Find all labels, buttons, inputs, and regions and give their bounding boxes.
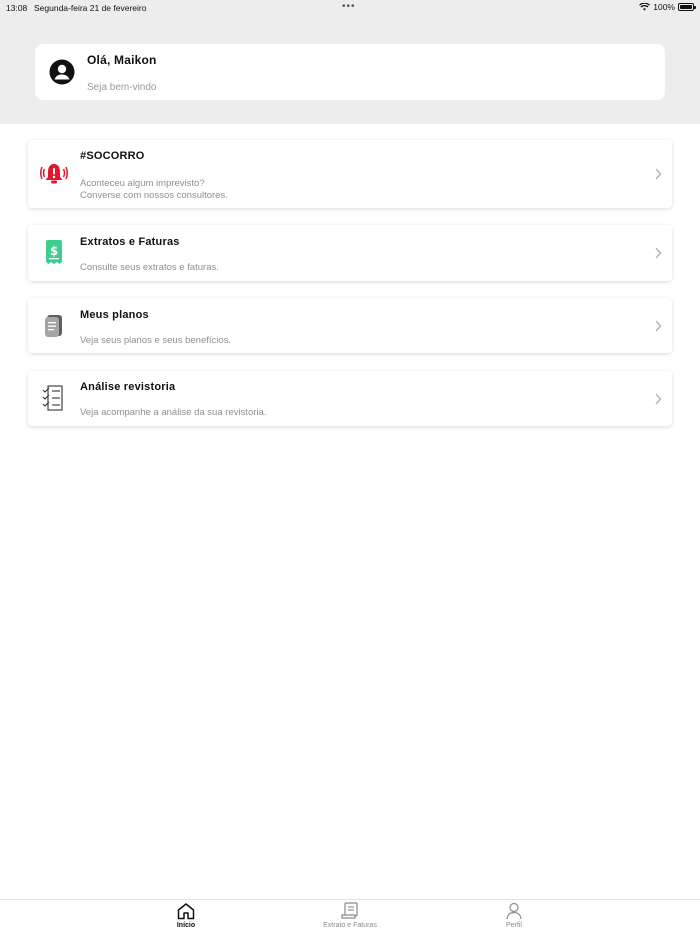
menu-item-meus-planos[interactable]: Meus planos Veja seus planos e seus bene… — [28, 298, 672, 353]
menu-item-analise-revistoria[interactable]: Análise revistoria Veja acompanhe a anál… — [28, 371, 672, 426]
menu-item-description-line1: Aconteceu algum imprevisto? — [80, 178, 205, 189]
plans-document-icon — [45, 315, 62, 337]
bottom-tab-bar: Início Extrato e Faturas Perfil — [0, 899, 700, 934]
menu-item-title: #SOCORRO — [80, 150, 145, 162]
tab-label: Extrato e Faturas — [323, 922, 377, 929]
alarm-bell-icon — [40, 164, 68, 184]
home-icon — [177, 903, 195, 920]
svg-text:$: $ — [50, 244, 58, 258]
menu-item-description: Veja seus planos e seus benefícios. — [80, 335, 232, 346]
menu-item-title: Análise revistoria — [80, 381, 176, 393]
menu-item-title: Meus planos — [80, 309, 149, 321]
welcome-card: Olá, Maikon Seja bem-vindo — [35, 44, 665, 100]
chevron-right-icon — [655, 393, 662, 405]
welcome-subtitle: Seja bem-vindo — [87, 82, 157, 93]
chevron-right-icon — [655, 247, 662, 259]
chevron-right-icon — [655, 320, 662, 332]
chevron-right-icon — [655, 168, 662, 180]
status-date: Segunda-feira 21 de fevereiro — [34, 3, 147, 13]
menu-item-description-line2: Converse com nossos consultores. — [80, 190, 228, 201]
tab-inicio[interactable]: Início — [126, 902, 246, 934]
menu-item-extratos-faturas[interactable]: $ Extratos e Faturas Consulte seus extra… — [28, 225, 672, 281]
menu-item-title: Extratos e Faturas — [80, 236, 180, 248]
menu-item-description: Aconteceu algum imprevisto? Converse com… — [80, 178, 228, 202]
menu-item-description: Veja acompanhe a análise da sua revistor… — [80, 407, 267, 418]
greeting-text: Olá, Maikon — [87, 53, 157, 67]
user-avatar-icon[interactable] — [49, 59, 75, 85]
tab-label: Início — [176, 922, 196, 929]
checklist-icon — [42, 385, 63, 411]
battery-percent: 100% — [653, 2, 675, 12]
tab-perfil[interactable]: Perfil — [454, 902, 574, 934]
battery-icon — [678, 3, 696, 11]
status-bar: 13:08 Segunda-feira 21 de fevereiro ••• … — [0, 0, 700, 16]
menu-item-socorro[interactable]: #SOCORRO Aconteceu algum imprevisto? Con… — [28, 140, 672, 208]
tab-label: Perfil — [506, 922, 522, 929]
status-time: 13:08 — [6, 3, 28, 13]
multitasking-dots[interactable]: ••• — [342, 1, 356, 12]
invoice-dollar-icon: $ — [46, 240, 62, 264]
user-icon — [506, 902, 522, 920]
tab-extrato-faturas[interactable]: Extrato e Faturas — [290, 902, 410, 934]
wifi-icon — [639, 3, 651, 11]
receipt-icon — [341, 902, 358, 919]
status-right: 100% — [639, 2, 696, 12]
menu-item-description: Consulte seus extratos e faturas. — [80, 262, 219, 273]
